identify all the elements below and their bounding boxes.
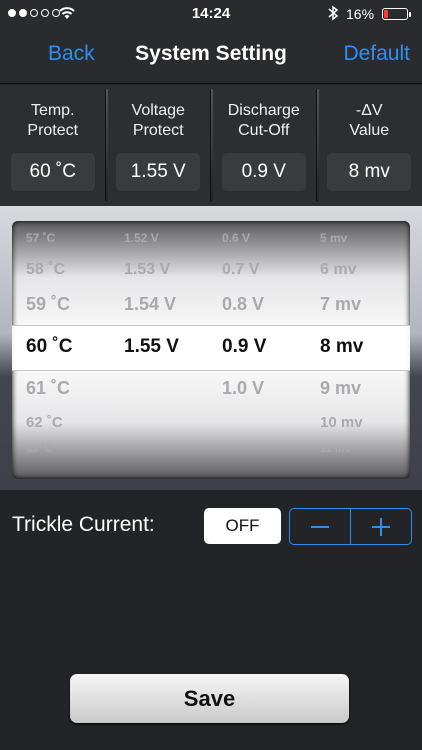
trickle-current-value[interactable]: OFF (204, 508, 281, 544)
picker-cell: 60 ˚C (26, 336, 73, 357)
discharge-cutoff-value[interactable]: 0.9 V (221, 153, 306, 191)
picker-cell: 1.52 V (124, 231, 159, 245)
picker-cell: 58 ˚C (26, 261, 66, 278)
setting-label: Voltage Protect (131, 102, 185, 139)
temp-protect-value[interactable]: 60 ˚C (10, 153, 95, 191)
picker-cell: 0.6 V (222, 231, 251, 245)
picker-cell: 1.55 V (124, 336, 179, 357)
trickle-current-label: Trickle Current: (12, 513, 155, 536)
picker-cell: 6 mv (320, 261, 357, 278)
save-button[interactable]: Save (70, 674, 349, 723)
delta-v-value[interactable]: 8 mv (327, 153, 412, 191)
picker-cell: 59 ˚C (26, 294, 71, 314)
picker-cell: 10 mv (320, 414, 363, 431)
decrement-button[interactable] (290, 509, 350, 544)
picker-cell: 11 mv (320, 443, 351, 455)
setting-temp-protect: Temp. Protect 60 ˚C (0, 85, 106, 206)
setting-label: -ΔV Value (349, 102, 390, 139)
picker-cell: 57 ˚C (26, 231, 56, 245)
voltage-protect-value[interactable]: 1.55 V (116, 153, 201, 191)
increment-button[interactable] (350, 509, 411, 544)
nav-bar: Back System Setting Default (0, 28, 422, 84)
picker-cell: 0.8 V (222, 294, 265, 314)
battery-icon (382, 8, 411, 20)
picker-cell: 8 mv (320, 336, 364, 357)
plus-icon (372, 517, 390, 536)
picker-cell: 61 ˚C (26, 378, 71, 398)
settings-summary: Temp. Protect 60 ˚C Voltage Protect 1.55 V… (0, 85, 422, 206)
setting-label: Temp. Protect (27, 102, 79, 139)
default-button[interactable]: Default (343, 42, 410, 66)
bluetooth-icon (328, 5, 339, 21)
picker-cell: 7 mv (320, 294, 362, 314)
picker-cell: 9 mv (320, 378, 362, 398)
picker-cell: 0.7 V (222, 261, 260, 278)
setting-voltage-protect: Voltage Protect 1.55 V (104, 85, 212, 206)
status-bar: 14:24 16% (0, 0, 422, 28)
setting-delta-v: -ΔV Value 8 mv (315, 85, 422, 206)
picker-cell: 5 mv (320, 231, 348, 245)
picker-cell: 0.9 V (222, 336, 267, 357)
trickle-current-stepper (289, 508, 412, 545)
setting-discharge-cutoff: Discharge Cut-Off 0.9 V (210, 85, 317, 206)
battery-percent: 16% (346, 6, 375, 22)
picker-cell: 1.0 V (222, 378, 265, 398)
setting-label: Discharge Cut-Off (227, 102, 300, 139)
picker-cell: 63 ˚C (26, 443, 53, 455)
minus-icon (311, 525, 329, 528)
picker-cell: 62 ˚C (26, 414, 63, 431)
picker-cell: 1.53 V (124, 261, 171, 278)
picker-cell: 1.54 V (124, 294, 177, 314)
value-picker[interactable]: 57 ˚C 1.52 V 0.6 V 5 mv 58 ˚C 1.53 V 0.7 V 6 mv… (12, 221, 410, 479)
